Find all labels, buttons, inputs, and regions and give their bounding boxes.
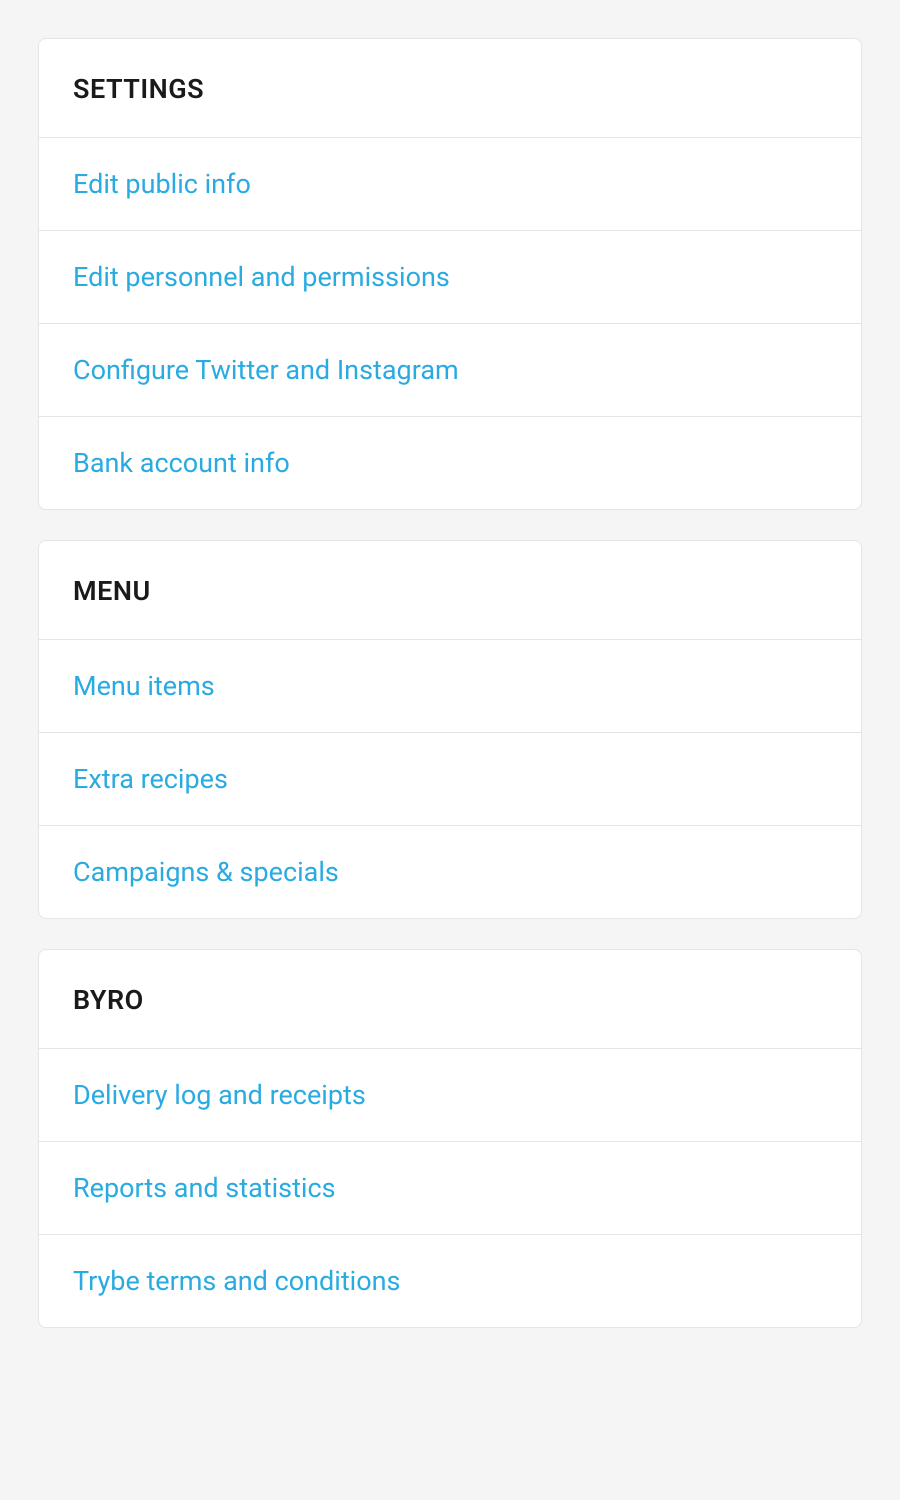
extra-recipes-link[interactable]: Extra recipes [39,733,861,826]
settings-card: SETTINGS Edit public info Edit personnel… [38,38,862,510]
settings-header: SETTINGS [39,39,861,138]
menu-card: MENU Menu items Extra recipes Campaigns … [38,540,862,919]
reports-statistics-link[interactable]: Reports and statistics [39,1142,861,1235]
menu-header: MENU [39,541,861,640]
menu-items-link[interactable]: Menu items [39,640,861,733]
delivery-log-receipts-link[interactable]: Delivery log and receipts [39,1049,861,1142]
edit-public-info-link[interactable]: Edit public info [39,138,861,231]
edit-personnel-permissions-link[interactable]: Edit personnel and permissions [39,231,861,324]
configure-twitter-instagram-link[interactable]: Configure Twitter and Instagram [39,324,861,417]
trybe-terms-conditions-link[interactable]: Trybe terms and conditions [39,1235,861,1327]
byro-header: BYRO [39,950,861,1049]
bank-account-info-link[interactable]: Bank account info [39,417,861,509]
byro-card: BYRO Delivery log and receipts Reports a… [38,949,862,1328]
campaigns-specials-link[interactable]: Campaigns & specials [39,826,861,918]
